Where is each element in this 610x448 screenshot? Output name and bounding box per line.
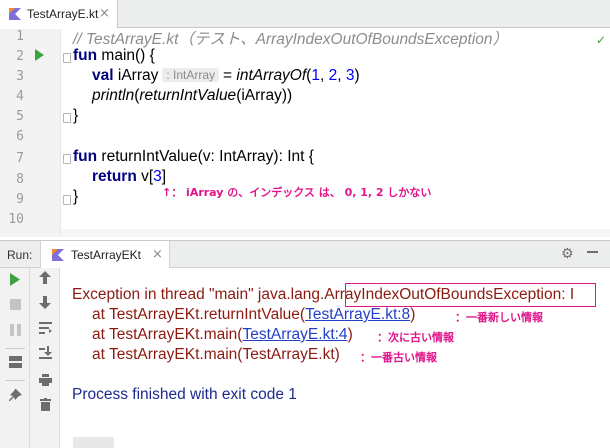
code-text: returnIntValue(v: IntArray): Int { <box>97 148 314 165</box>
stack-text: ) <box>410 306 416 323</box>
keyword: val <box>92 67 114 84</box>
code-text: , <box>319 67 329 84</box>
line-number: 4 <box>16 89 24 104</box>
fold-marker-icon[interactable] <box>63 113 71 123</box>
keyword: fun <box>73 148 98 165</box>
editor-scrollbar[interactable] <box>61 229 610 237</box>
type-hint: : IntArray <box>162 68 220 82</box>
function-name: intArrayOf <box>236 67 307 84</box>
run-tab-label: TestArrayEKt <box>71 248 142 262</box>
line-number: 8 <box>16 172 24 187</box>
code-line-3: val iArray: IntArray = intArrayOf(1, 2, 3… <box>92 67 360 85</box>
keyword: fun <box>73 47 98 64</box>
function-name: println <box>92 87 135 104</box>
hide-window-icon[interactable] <box>587 251 598 253</box>
number-literal: 2 <box>328 67 338 84</box>
code-editor[interactable]: 1 2 3 4 5 6 7 8 9 10 // TestArrayE.kt（テス… <box>0 29 610 237</box>
line-number: 3 <box>16 69 24 84</box>
close-icon[interactable]: × <box>99 6 110 21</box>
editor-annotation: ↑： iArray の、インデックス は、 0, 1, 2 しかない <box>162 186 432 199</box>
code-text: main() { <box>97 47 155 64</box>
rerun-icon[interactable] <box>4 272 26 292</box>
line-number: 1 <box>16 29 24 44</box>
code-line-2: fun main() { <box>73 47 155 65</box>
close-icon[interactable]: × <box>152 247 163 262</box>
code-text: v[ <box>136 168 154 185</box>
source-link[interactable]: TestArrayE.kt:4 <box>242 326 347 343</box>
pause-icon[interactable] <box>4 322 26 342</box>
line-number: 7 <box>16 151 24 166</box>
code-line-1: // TestArrayE.kt（テスト、ArrayIndexOutOfBoun… <box>73 31 508 48</box>
code-line-5: } <box>73 107 79 124</box>
stop-icon[interactable] <box>4 296 26 316</box>
trash-icon[interactable] <box>34 397 56 417</box>
stack-line-1: at TestArrayEKt.returnIntValue(TestArray… <box>92 306 415 324</box>
kotlin-run-config-icon <box>52 249 64 261</box>
process-finished-line: Process finished with exit code 1 <box>72 386 297 403</box>
scroll-to-end-icon[interactable] <box>34 345 56 365</box>
console-output[interactable]: Exception in thread "main" java.lang.Arr… <box>61 268 610 448</box>
console-scrollbar[interactable] <box>73 437 114 448</box>
code-text: = <box>223 67 237 84</box>
code-text: (iArray)) <box>236 87 293 104</box>
stack-annotation: ：一番新しい情報 <box>455 311 543 324</box>
code-text: ] <box>161 168 167 185</box>
fold-marker-icon[interactable] <box>63 53 71 63</box>
soft-wrap-icon[interactable] <box>34 320 56 340</box>
code-text: , <box>337 67 346 84</box>
code-line-4: println(returnIntValue(iArray)) <box>92 87 292 105</box>
line-number: 6 <box>16 129 24 144</box>
editor-gutter: 1 2 3 4 5 6 7 8 9 10 <box>0 29 61 237</box>
code-text: ) <box>354 67 360 84</box>
stack-line-3: at TestArrayEKt.main(TestArrayE.kt) <box>92 346 340 364</box>
number-literal: 1 <box>311 67 320 84</box>
stack-text: at TestArrayEKt.main( <box>92 326 243 343</box>
stack-annotation: ：次に古い情報 <box>377 331 454 344</box>
source-link[interactable]: TestArrayE.kt:8 <box>305 306 410 323</box>
fold-marker-icon[interactable] <box>63 154 71 164</box>
pin-icon[interactable] <box>4 388 26 408</box>
toolbar-divider <box>5 348 25 349</box>
editor-tab-bar: TestArrayE.kt × <box>0 0 610 28</box>
code-line-8: return v[3] <box>92 168 166 186</box>
stack-text: at TestArrayEKt.main(TestArrayE.kt) <box>92 346 340 363</box>
editor-tab-label: TestArrayE.kt <box>27 7 99 21</box>
print-icon[interactable] <box>34 372 56 392</box>
run-tab-testarrayekt[interactable]: TestArrayEKt × <box>40 241 170 268</box>
run-window-header: Run: TestArrayEKt × ⚙ <box>0 240 610 268</box>
kotlin-file-icon <box>9 8 21 20</box>
editor-tab-testarraye[interactable]: TestArrayE.kt × <box>0 0 118 28</box>
check-icon: ✓ <box>596 33 607 47</box>
stack-text: ) <box>347 326 353 343</box>
exception-prefix: Exception in thread "main" java.lang. <box>72 286 325 303</box>
stack-text: at TestArrayEKt.returnIntValue( <box>92 306 306 323</box>
line-number: 9 <box>16 192 24 207</box>
line-number: 10 <box>8 212 24 227</box>
code-line-9: } <box>73 188 79 205</box>
up-arrow-icon[interactable] <box>34 270 56 290</box>
run-toolbar-left <box>0 268 30 448</box>
toolbar-divider <box>5 380 25 381</box>
line-number: 2 <box>16 49 24 64</box>
number-literal: 3 <box>153 168 162 185</box>
run-window-title: Run: <box>7 248 33 262</box>
stack-line-2: at TestArrayEKt.main(TestArrayE.kt:4) <box>92 326 353 344</box>
gear-icon[interactable]: ⚙ <box>561 246 574 262</box>
code-text: iArray <box>113 67 159 84</box>
function-name: returnIntValue <box>139 87 237 104</box>
run-toolbar-right <box>30 268 60 448</box>
exception-highlight-box <box>345 283 596 307</box>
layout-icon[interactable] <box>4 354 26 374</box>
keyword: return <box>92 168 137 185</box>
code-line-7: fun returnIntValue(v: IntArray): Int { <box>73 148 314 166</box>
stack-annotation: ：一番古い情報 <box>360 351 437 364</box>
down-arrow-icon[interactable] <box>34 295 56 315</box>
line-number: 5 <box>16 109 24 124</box>
run-main-icon[interactable] <box>35 49 44 61</box>
fold-marker-icon[interactable] <box>63 195 71 205</box>
